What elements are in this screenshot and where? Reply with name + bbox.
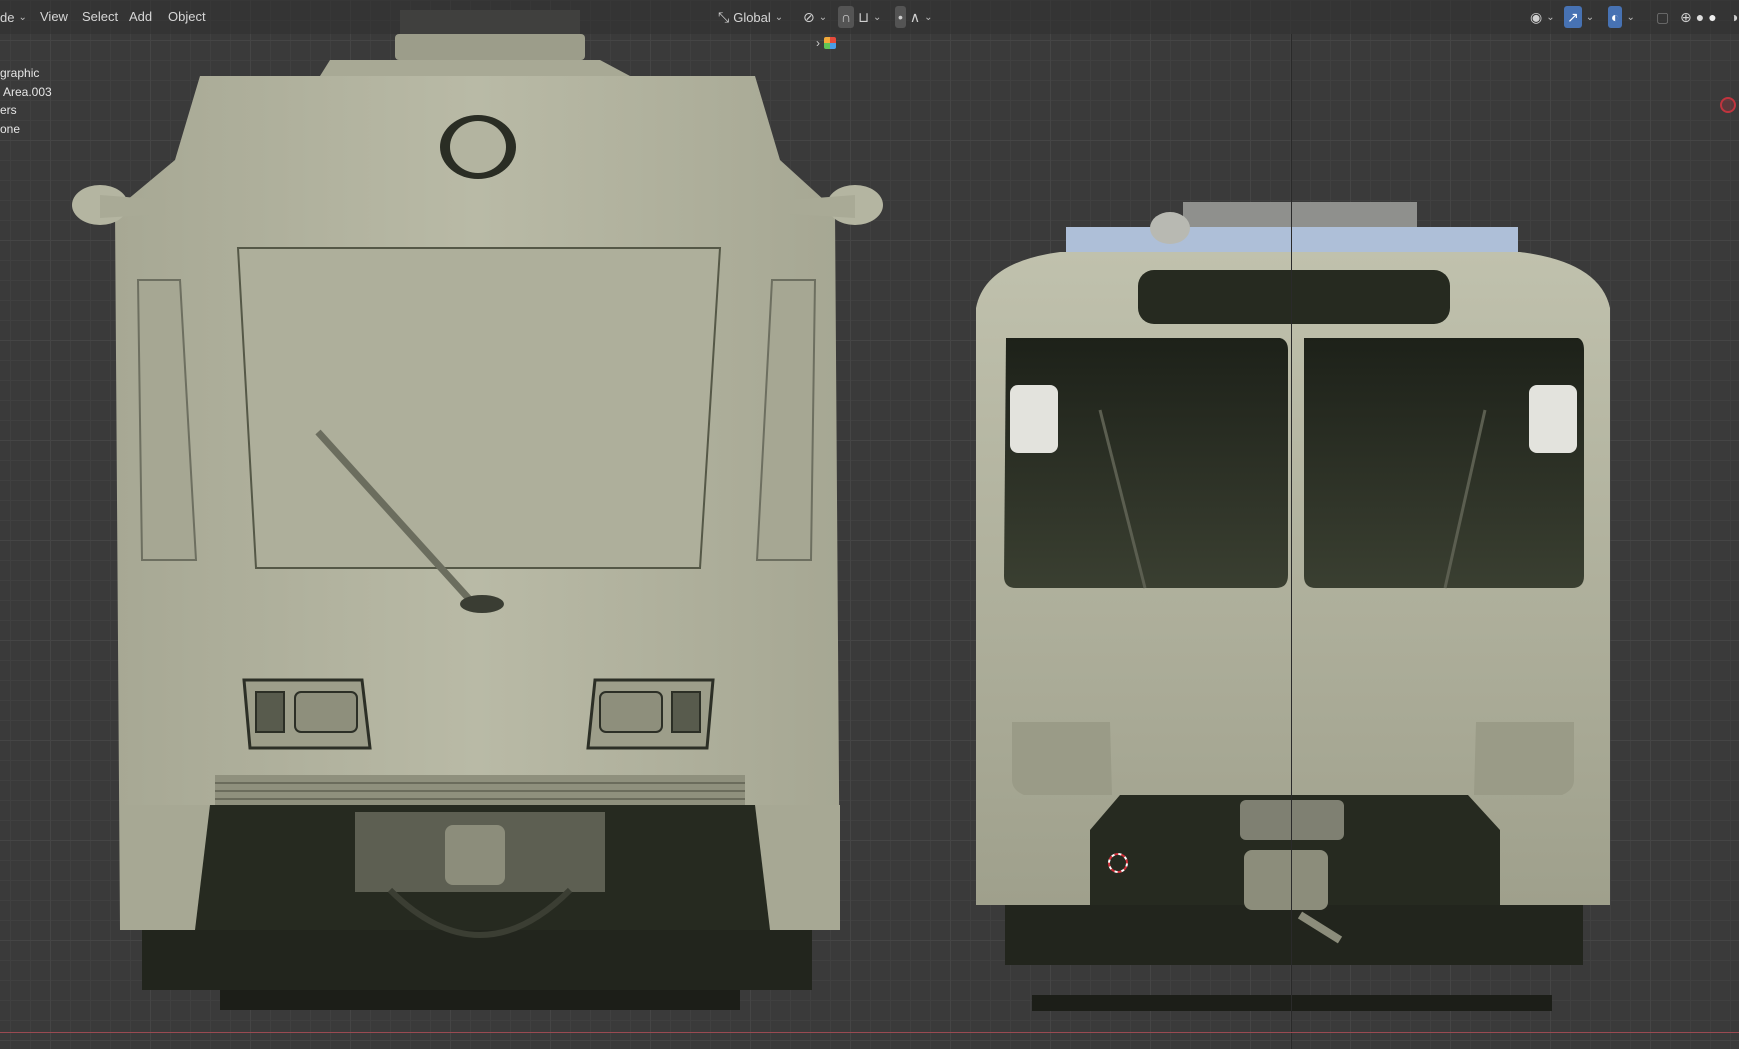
menu-object[interactable]: Object [168, 9, 206, 24]
solid-shading-icon[interactable]: ● [1696, 6, 1704, 28]
overlay-toggle[interactable]: ◐ ⌄ [1608, 6, 1635, 28]
floor-axis-line [0, 1032, 1739, 1033]
viewport-header: de ⌄ View Select Add Object ⤡ Global ⌄ ⊘… [0, 0, 1739, 34]
falloff-curve-icon: ∧ [909, 9, 921, 25]
info-line-view: graphic [0, 66, 40, 80]
visibility-icon: ◉ [1530, 9, 1543, 25]
menu-select[interactable]: Select [82, 9, 118, 24]
wireframe-icon[interactable]: ⊕ [1680, 6, 1692, 28]
pivot-icon: ⊘ [803, 9, 815, 25]
info-line-collection: Area.003 [3, 84, 52, 99]
chevron-down-icon: ⌄ [774, 11, 784, 23]
transform-orientation-dropdown[interactable]: ⤡ Global ⌄ [718, 6, 783, 28]
snap-icon: ∩ [838, 6, 855, 28]
snap-increment-icon: ⊔ [858, 9, 869, 25]
chevron-down-icon: ⌄ [873, 11, 882, 23]
transform-orientation-label: Global [733, 9, 771, 25]
proportional-edit-toggle[interactable]: • ∧ ⌄ [895, 6, 933, 28]
center-axis-line [1291, 34, 1292, 1049]
chevron-down-icon: ⌄ [818, 11, 828, 23]
chevron-down-icon: ⌄ [1546, 11, 1555, 23]
chevron-down-icon: ⌄ [1585, 11, 1595, 23]
snap-toggle[interactable]: ∩ ⊔ ⌄ [838, 6, 881, 28]
shading-switcher[interactable]: ⊕ ● ● [1680, 6, 1717, 28]
chevron-down-icon: ⌄ [1626, 11, 1635, 23]
navigation-gizmo-axis-icon[interactable] [1720, 97, 1736, 113]
menu-view[interactable]: View [40, 9, 68, 24]
tram-model-right[interactable] [0, 0, 1739, 1049]
rendered-shading-icon: ◑ [1730, 9, 1739, 25]
rendered-shading-toggle[interactable]: ◑ [1730, 6, 1738, 28]
3d-viewport[interactable] [0, 0, 1739, 1049]
info-line-layers: ers [0, 103, 17, 117]
chevron-down-icon: ⌄ [924, 11, 933, 23]
tool-settings-collapsed[interactable]: › [816, 32, 836, 54]
menu-add[interactable]: Add [129, 9, 152, 24]
3d-cursor-icon[interactable] [1104, 849, 1132, 877]
overlay-icon: ◐ [1608, 6, 1623, 28]
info-line-frame: one [0, 121, 21, 136]
material-shading-icon[interactable]: ● [1708, 6, 1716, 28]
editor-type-icon [824, 37, 836, 49]
gizmo-toggle[interactable]: ↗ ⌄ [1564, 6, 1594, 28]
mode-selector[interactable]: de ⌄ [0, 6, 27, 28]
pivot-dropdown[interactable]: ⊘ ⌄ [803, 6, 827, 28]
xray-toggle[interactable]: ▢ [1656, 6, 1669, 28]
xray-icon: ▢ [1656, 9, 1670, 25]
gizmo-icon: ↗ [1564, 6, 1582, 28]
viewport-info-overlay: graphic Area.003 ers one [0, 64, 52, 138]
proportional-edit-icon: • [895, 6, 906, 28]
mode-label: de [0, 9, 15, 25]
visibility-dropdown[interactable]: ◉ ⌄ [1530, 6, 1555, 28]
collapse-arrow-icon: › [816, 36, 820, 50]
transform-orientation-icon: ⤡ [718, 9, 730, 25]
chevron-down-icon: ⌄ [18, 11, 27, 23]
